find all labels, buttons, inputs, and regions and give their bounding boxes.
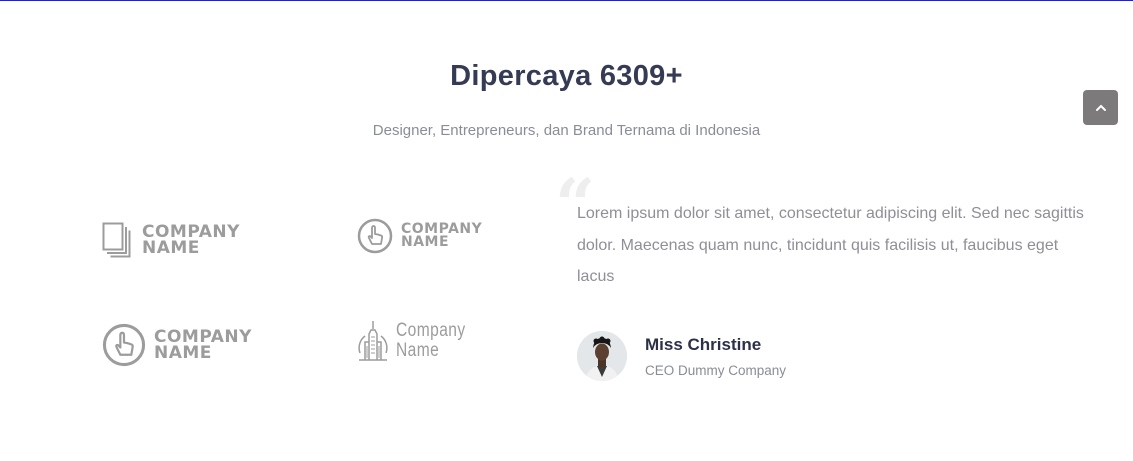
testimonial-text: Lorem ipsum dolor sit amet, consectetur … — [577, 205, 1084, 285]
trusted-by-section: Dipercaya 6309+ Designer, Entrepreneurs,… — [0, 0, 1133, 461]
back-to-top-button[interactable] — [1083, 90, 1118, 125]
logo-4-line1: Company — [396, 320, 466, 342]
logo-2-line2: NAME — [401, 234, 450, 250]
avatar — [577, 331, 627, 381]
document-stack-icon — [102, 222, 131, 258]
section-title: Dipercaya 6309+ — [450, 60, 683, 92]
section-subtitle: Designer, Entrepreneurs, dan Brand Terna… — [372, 122, 761, 139]
person-photo-icon — [577, 331, 627, 381]
company-logo-2: COMPANY NAME — [357, 218, 482, 254]
company-logo-1: COMPANY NAME — [102, 222, 240, 258]
chevron-up-icon — [1095, 104, 1106, 111]
logo-1-line2: NAME — [142, 238, 200, 258]
hand-pointer-circle-icon — [102, 323, 146, 367]
top-border — [0, 0, 1133, 1]
skyscraper-globe-icon — [358, 321, 388, 361]
company-logo-3: COMPANY NAME — [102, 323, 252, 367]
author-title: CEO Dummy Company — [645, 363, 787, 378]
company-logo-4: Company Name — [356, 320, 481, 362]
hand-pointer-circle-icon — [357, 218, 393, 254]
logo-3-line2: NAME — [154, 343, 212, 363]
logo-4-line2: Name — [396, 340, 440, 361]
author-name: Miss Christine — [645, 335, 762, 354]
